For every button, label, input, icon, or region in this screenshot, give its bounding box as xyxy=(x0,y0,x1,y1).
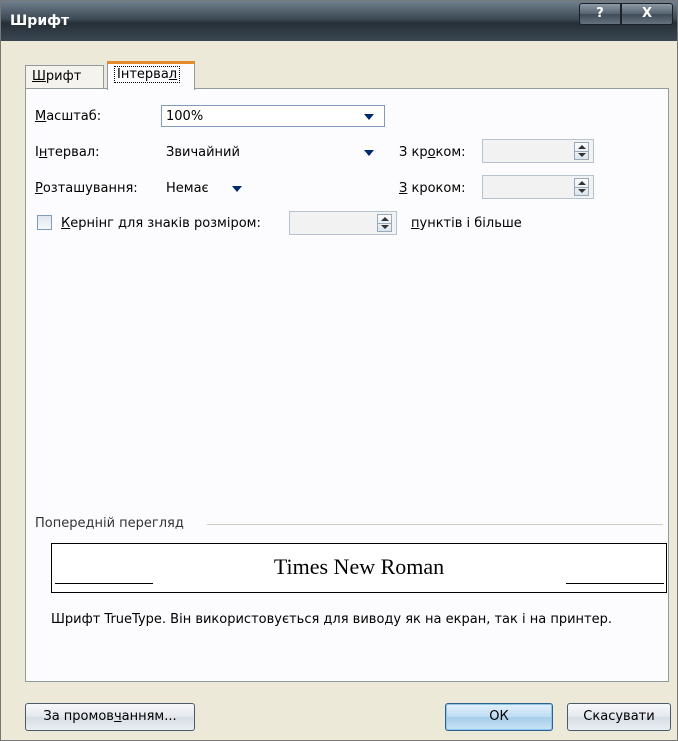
spacing-by-spinner[interactable] xyxy=(482,139,594,163)
position-by-label: З кроком: xyxy=(399,181,466,196)
spin-up-icon xyxy=(578,145,586,149)
set-default-button[interactable]: За промовчанням... xyxy=(25,703,195,731)
ok-button[interactable]: ОК xyxy=(445,703,553,731)
group-divider xyxy=(207,524,663,525)
tab-spacing-label: Інтерва xyxy=(117,67,169,82)
tab-font[interactable]: Шрифт xyxy=(25,65,104,89)
spin-down-icon xyxy=(578,153,586,157)
spin-down-icon xyxy=(381,225,389,229)
preview-sample: Times New Roman xyxy=(273,554,445,579)
preview-baseline-right xyxy=(566,583,664,584)
help-button[interactable]: ? xyxy=(579,3,621,25)
spin-buttons[interactable] xyxy=(574,142,589,160)
preview-group-label: Попередній перегляд xyxy=(35,516,184,531)
cancel-button[interactable]: Скасувати xyxy=(567,703,671,731)
title-bar[interactable]: Шрифт ? X xyxy=(1,1,677,41)
spacing-by-label: З кроком: xyxy=(399,145,466,160)
dialog-title: Шрифт xyxy=(10,13,70,29)
preview-note: Шрифт TrueType. Він використовується для… xyxy=(51,612,612,627)
kerning-suffix: пунктів і більше xyxy=(411,216,522,231)
kerning-label: Кернінг для знаків розміром: xyxy=(61,216,261,231)
spacing-value: Звичайний xyxy=(166,145,240,160)
tab-spacing-accel: л xyxy=(168,67,178,82)
tab-spacing[interactable]: Інтервал xyxy=(107,61,195,90)
close-button[interactable]: X xyxy=(621,3,673,25)
spin-buttons[interactable] xyxy=(377,214,392,232)
scale-label: Масштаб: xyxy=(35,109,102,124)
chevron-down-icon xyxy=(364,114,374,120)
preview-box: Times New Roman xyxy=(51,543,667,593)
spin-up-icon xyxy=(381,217,389,221)
spin-buttons[interactable] xyxy=(574,178,589,196)
font-dialog: Шрифт ? X Шрифт Інтервал Масштаб: 100% І… xyxy=(0,0,678,741)
spin-up-icon xyxy=(578,181,586,185)
tab-font-label: рифт xyxy=(45,69,82,84)
position-label: Розташування: xyxy=(35,181,138,196)
chevron-down-icon xyxy=(232,186,242,192)
spacing-label: Інтервал: xyxy=(35,145,100,160)
kerning-size-spinner[interactable] xyxy=(289,211,397,235)
scale-value: 100% xyxy=(166,109,204,124)
spacing-select[interactable]: Звичайний xyxy=(161,141,385,163)
kerning-checkbox[interactable] xyxy=(37,215,52,230)
position-value: Немає xyxy=(166,181,209,196)
tab-font-accel: Ш xyxy=(32,69,46,84)
position-by-spinner[interactable] xyxy=(482,175,594,199)
scale-select[interactable]: 100% xyxy=(161,105,385,127)
spin-down-icon xyxy=(578,189,586,193)
tab-spacing-focus: Інтервал xyxy=(114,66,181,83)
preview-baseline-left xyxy=(55,583,153,584)
position-select[interactable]: Немає xyxy=(161,177,253,199)
chevron-down-icon xyxy=(364,150,374,156)
